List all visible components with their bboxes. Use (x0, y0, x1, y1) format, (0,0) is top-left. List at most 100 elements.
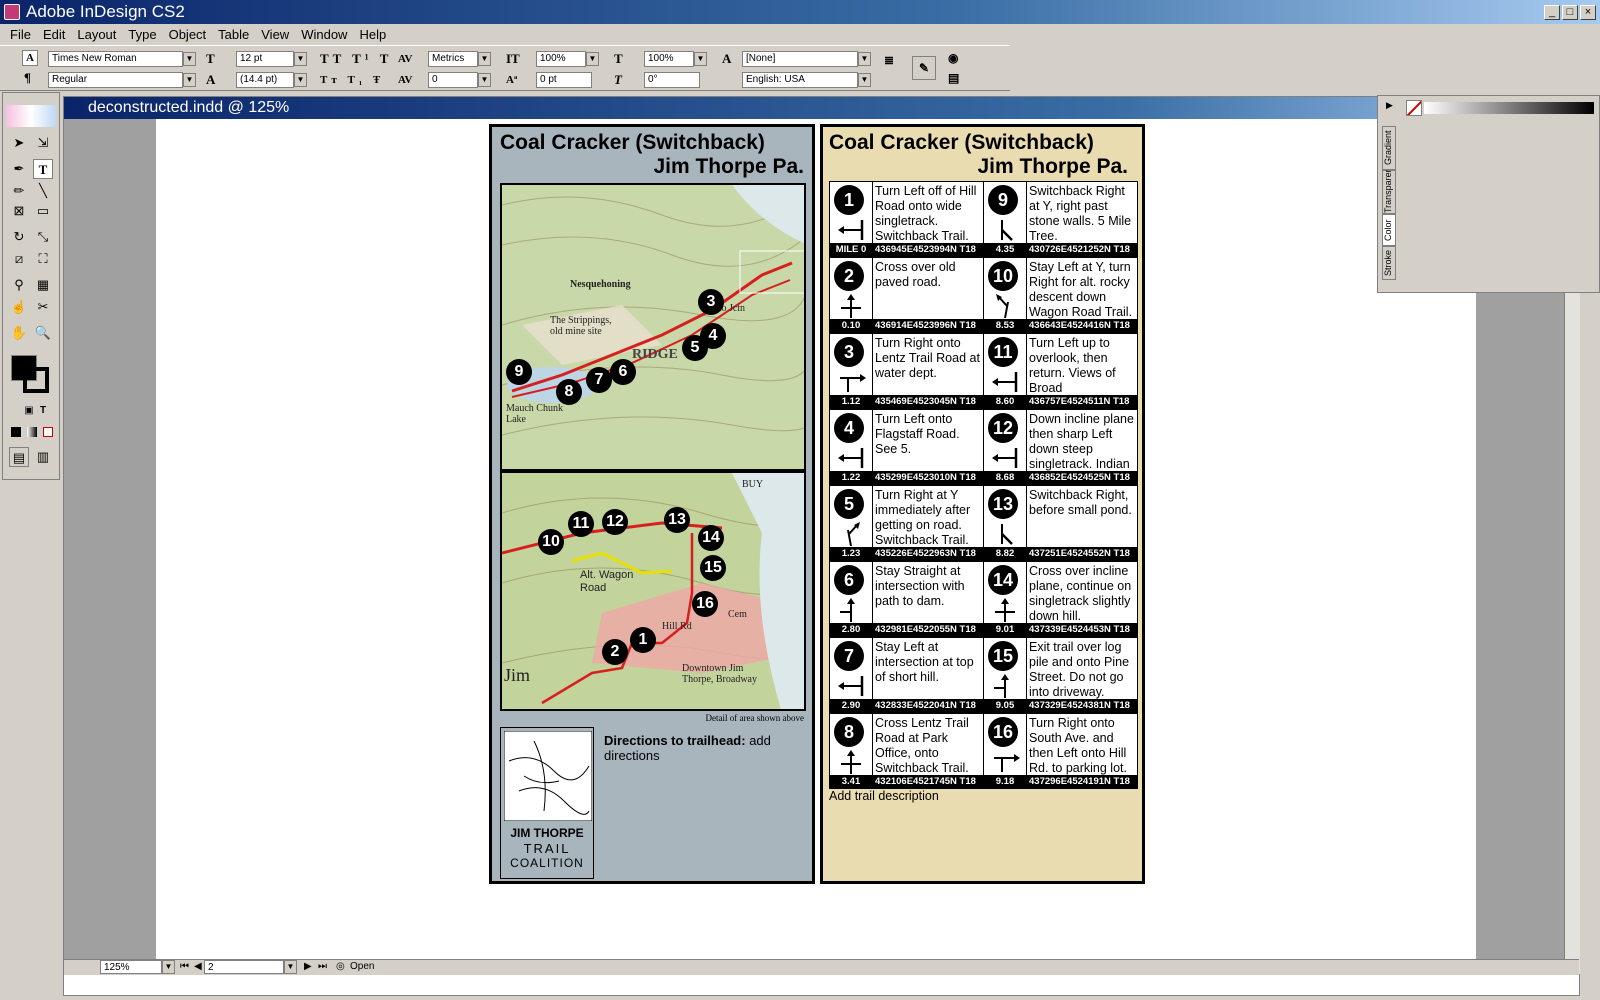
scale-tool-icon[interactable]: ⤡ (33, 227, 53, 247)
zoom-tool-icon[interactable]: 🔍 (33, 323, 53, 343)
tracking-field[interactable]: 0 (428, 72, 478, 88)
map-label-nesquehoning: Nesquehoning (570, 279, 631, 290)
normal-view-icon[interactable]: ▤ (9, 447, 29, 467)
menu-edit[interactable]: Edit (37, 27, 71, 42)
line-tool-icon[interactable]: ╲ (33, 181, 53, 201)
prev-page-icon[interactable]: ◀ (194, 961, 202, 972)
selection-tool-icon[interactable]: ➤ (9, 133, 29, 153)
zoom-field[interactable]: 125% (100, 960, 162, 974)
small-caps-icon[interactable]: Tт T₁ Ŧ (320, 72, 384, 88)
last-page-icon[interactable]: ⏭ (318, 961, 327, 972)
first-page-icon[interactable]: ⏮ (180, 961, 189, 972)
zoom-dropdown[interactable]: ▼ (162, 960, 175, 974)
tab-gradient[interactable]: Gradient (1382, 126, 1396, 170)
language-dropdown[interactable]: ▼ (858, 73, 871, 87)
all-caps-icon[interactable]: TT T¹ T (320, 51, 392, 67)
free-transform-tool-icon[interactable]: ⛶ (33, 249, 53, 269)
preview-view-icon[interactable]: ▥ (33, 447, 53, 467)
page-dropdown[interactable]: ▼ (284, 960, 297, 974)
toggle-panel-icon[interactable]: ▤ (948, 70, 959, 86)
menu-view[interactable]: View (255, 27, 295, 42)
pencil-tool-icon[interactable]: ✏ (9, 181, 29, 201)
font-style-field[interactable]: Regular (48, 72, 183, 88)
new-style-icon[interactable]: ✎ (912, 56, 936, 80)
skew-field[interactable]: 0° (644, 72, 700, 88)
frame-tool-icon[interactable]: ⊠ (9, 201, 29, 221)
open-icon[interactable]: ◎ (336, 961, 345, 972)
quick-apply-icon[interactable]: ≣ (884, 52, 894, 68)
panel-menu-icon[interactable]: ◉ (948, 50, 958, 66)
cue-footer: 2.90 432833E4522041N T18 (830, 699, 983, 712)
cue-text: Cross over old paved road. (875, 260, 956, 289)
cue-text: Turn Right onto South Ave. and then Left… (1029, 716, 1127, 775)
menu-object[interactable]: Object (163, 27, 213, 42)
apply-none-icon[interactable] (43, 427, 53, 437)
gradient-ramp[interactable] (1424, 102, 1594, 114)
horizontal-scrollbar[interactable]: 125% ▼ ⏮ ◀ 2 ▼ ▶ ⏭ ◎ Open (64, 959, 1579, 975)
shear-tool-icon[interactable]: ⧄ (9, 249, 29, 269)
character-style-dropdown[interactable]: ▼ (858, 52, 871, 66)
direct-selection-tool-icon[interactable]: ⇲ (33, 133, 53, 153)
horizontal-scale-field[interactable]: 100% (644, 51, 694, 67)
page-field[interactable]: 2 (204, 960, 284, 974)
kerning-field[interactable]: Metrics (428, 51, 478, 67)
rectangle-tool-icon[interactable]: ▭ (33, 201, 53, 221)
kerning-dropdown[interactable]: ▼ (478, 52, 491, 66)
cue-mileage: MILE 0 (835, 244, 867, 255)
none-swatch-icon[interactable] (1406, 100, 1422, 116)
menu-table[interactable]: Table (212, 27, 255, 42)
cue-number: 9 (988, 185, 1018, 215)
menu-file[interactable]: File (4, 27, 37, 42)
eyedropper-tool-icon[interactable]: ⚲ (9, 275, 29, 295)
menu-type[interactable]: Type (122, 27, 162, 42)
maximize-button[interactable]: □ (1562, 5, 1578, 20)
apply-gradient-icon[interactable] (27, 427, 37, 437)
cue-footer: 0.10 436914E4523996N T18 (830, 319, 983, 332)
cue-footer: 9.01 437339E4524453N T18 (984, 623, 1137, 636)
language-field[interactable]: English: USA (742, 72, 858, 88)
open-status[interactable]: Open (350, 961, 374, 972)
cue-divider (1026, 486, 1027, 548)
horizontal-scale-dropdown[interactable]: ▼ (694, 52, 707, 66)
paragraph-mode-icon[interactable]: ¶ (24, 70, 31, 86)
indesign-logo (6, 105, 56, 127)
turn-arrow-icon (1001, 524, 1013, 545)
menu-help[interactable]: Help (353, 27, 392, 42)
character-mode-icon[interactable]: A (22, 50, 38, 66)
trail-description[interactable]: Add trail description (829, 789, 939, 803)
stroke-swatch[interactable] (23, 367, 49, 393)
baseline-shift-field[interactable]: 0 pt (536, 72, 592, 88)
font-style-dropdown[interactable]: ▼ (183, 73, 196, 87)
tab-transparency[interactable]: Transparency (1382, 158, 1396, 214)
vertical-scale-dropdown[interactable]: ▼ (586, 52, 599, 66)
tracking-icon: AV (398, 74, 413, 86)
rotate-tool-icon[interactable]: ↻ (9, 227, 29, 247)
scissors-tool-icon[interactable]: ✂ (33, 297, 53, 317)
tab-stroke[interactable]: Stroke (1382, 246, 1396, 280)
vertical-scale-field[interactable]: 100% (536, 51, 586, 67)
leading-dropdown[interactable]: ▼ (294, 73, 307, 87)
gradient-tool-icon[interactable]: ▦ (33, 275, 53, 295)
minimize-button[interactable]: _ (1544, 5, 1560, 20)
character-style-field[interactable]: [None] (742, 51, 858, 67)
close-button[interactable]: × (1580, 5, 1596, 20)
font-family-dropdown[interactable]: ▼ (183, 52, 196, 66)
menu-layout[interactable]: Layout (71, 27, 122, 42)
apply-color-icon[interactable] (11, 427, 21, 437)
panel-menu-icon[interactable]: ▶ (1386, 100, 1393, 111)
cue-divider (1026, 714, 1027, 776)
hand-tool-icon[interactable]: ✋ (9, 323, 29, 343)
formatting-text-icon[interactable]: T (33, 401, 53, 421)
tab-color[interactable]: Color (1382, 214, 1396, 246)
font-family-field[interactable]: Times New Roman (48, 51, 183, 67)
leading-field[interactable]: (14.4 pt) (236, 72, 294, 88)
font-size-field[interactable]: 12 pt (236, 51, 294, 67)
turn-arrow-icon (992, 448, 1018, 468)
next-page-icon[interactable]: ▶ (304, 961, 312, 972)
pen-tool-icon[interactable]: ✒ (9, 159, 29, 179)
button-tool-icon[interactable]: ☝ (9, 297, 29, 317)
menu-window[interactable]: Window (295, 27, 353, 42)
type-tool-icon[interactable]: T (33, 159, 53, 179)
font-size-dropdown[interactable]: ▼ (294, 52, 307, 66)
tracking-dropdown[interactable]: ▼ (478, 73, 491, 87)
